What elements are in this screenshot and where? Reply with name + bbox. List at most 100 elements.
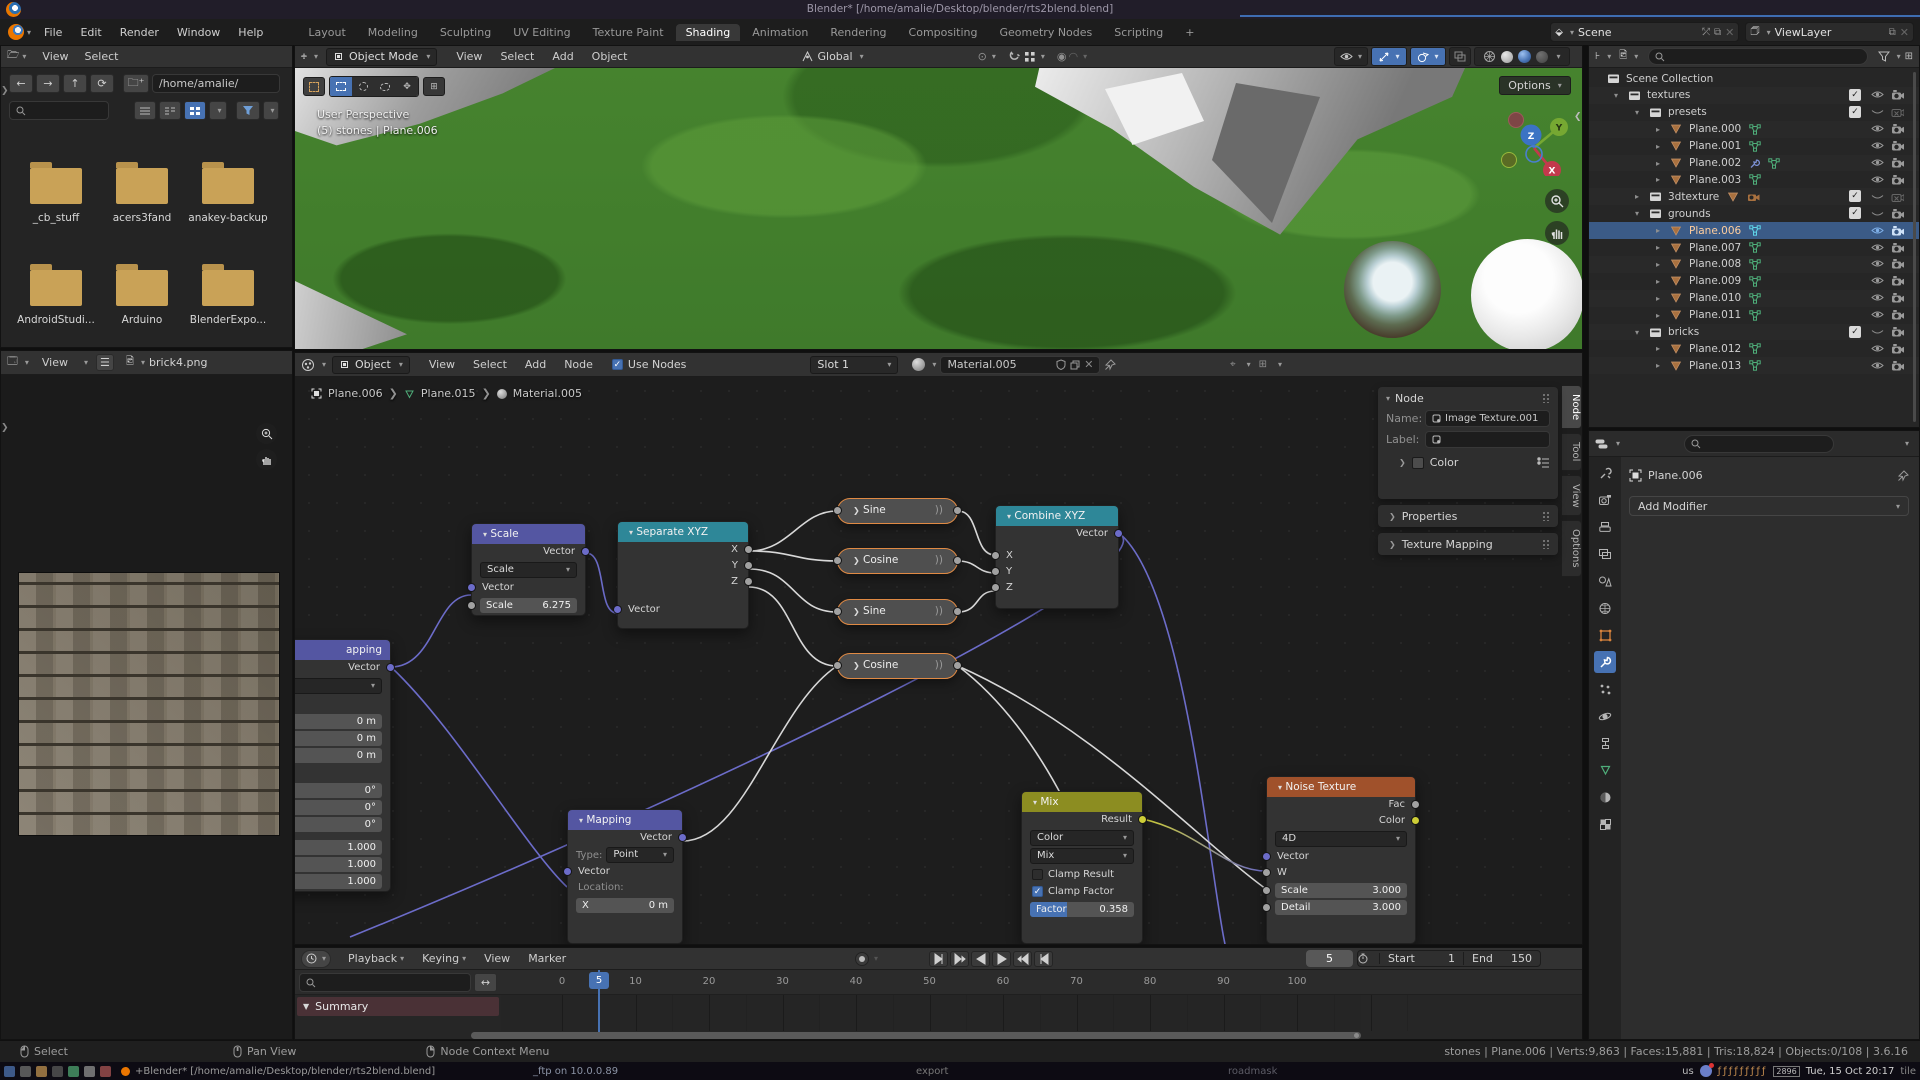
node-separate-xyz[interactable]: ▾ Separate XYZ X Y Z Vector [617, 521, 749, 629]
camera-toggle-icon[interactable] [1889, 358, 1905, 372]
properties-search-input[interactable] [1684, 435, 1834, 453]
eye-toggle-icon[interactable] [1869, 223, 1885, 237]
camera-toggle-icon[interactable] [1889, 223, 1905, 237]
shader-menu-select[interactable]: Select [464, 358, 516, 371]
rendered-shading-icon[interactable] [1536, 51, 1548, 63]
camera-toggle-icon[interactable] [1889, 240, 1905, 254]
expand-toggle-icon[interactable]: ▸ [1656, 260, 1670, 269]
value-field[interactable]: 0° [295, 817, 382, 832]
material-name-field[interactable]: Material.005 ✕ [940, 356, 1100, 374]
options-button[interactable]: Options▾ [1499, 76, 1571, 95]
viewport-zoom-button[interactable] [1545, 189, 1569, 213]
properties-options-dropdown[interactable]: ▾ [1905, 439, 1909, 448]
clamp-result-checkbox[interactable]: Clamp Result [1022, 866, 1142, 883]
outliner-row[interactable]: ▸Plane.012 [1589, 340, 1919, 357]
camerax-toggle-icon[interactable] [1889, 189, 1905, 203]
move-tool-button[interactable]: ✥ [396, 77, 418, 96]
node-math-cosine[interactable]: ❯ Cosine)) [837, 653, 958, 679]
expand-toggle-icon[interactable]: ▸ [1656, 175, 1670, 184]
copy-icon[interactable] [1070, 360, 1080, 370]
node-mapping[interactable]: ▾ Mapping Vector Type: Point▾ Vector Loc… [567, 809, 683, 944]
editor-type-icon[interactable]: 🗁 [7, 48, 19, 65]
play-button[interactable] [992, 951, 1011, 967]
image-view-menu[interactable]: View [33, 356, 77, 369]
outliner-row[interactable]: ▸Plane.006 [1589, 222, 1919, 239]
file-search-input[interactable] [9, 101, 109, 120]
material-preview-shading-icon[interactable] [1518, 50, 1531, 63]
eye-toggle-icon[interactable] [1869, 139, 1885, 153]
eye-toggle-icon[interactable] [1869, 156, 1885, 170]
taskbar-clock[interactable]: Tue, 15 Oct 20:17 [1806, 1066, 1895, 1077]
timeline-menu-keying[interactable]: Keying▾ [413, 952, 475, 965]
viewport-menu-view[interactable]: View [447, 50, 491, 63]
mode-dropdown[interactable]: Object Mode▾ [326, 48, 437, 66]
view-list-button[interactable] [134, 101, 156, 120]
properties-tab-material[interactable] [1594, 786, 1616, 808]
camera-toggle-icon[interactable] [1889, 274, 1905, 288]
camera-toggle-icon[interactable] [1889, 308, 1905, 322]
menu-window[interactable]: Window [168, 26, 229, 39]
end-frame-field[interactable]: End150 [1464, 952, 1540, 965]
unlink-icon[interactable]: ✕ [1084, 358, 1093, 371]
camera-toggle-icon[interactable] [1889, 122, 1905, 136]
outliner-row[interactable]: ▸Plane.009 [1589, 273, 1919, 290]
copy-icon[interactable]: ⧉ [1889, 27, 1896, 38]
eye-toggle-icon[interactable] [1869, 122, 1885, 136]
folder-item[interactable]: AndroidStudi... [15, 262, 97, 326]
check-toggle-icon[interactable]: ✓ [1847, 325, 1863, 339]
node-mix[interactable]: ▾ Mix Result Color▾ Mix▾ Clamp Result ✓C… [1021, 791, 1143, 944]
eye-toggle-icon[interactable] [1869, 172, 1885, 186]
properties-tab-render[interactable] [1594, 489, 1616, 511]
noise-scale-field[interactable]: Scale3.000 [1275, 883, 1407, 898]
scale-value-field[interactable]: Scale6.275 [480, 598, 577, 613]
eye-toggle-icon[interactable] [1869, 308, 1885, 322]
camera-toggle-icon[interactable] [1889, 257, 1905, 271]
menu-icon[interactable]: ☰ [96, 354, 114, 371]
folder-item[interactable]: anakey-backup [187, 160, 269, 224]
snap-target-icon[interactable] [1024, 51, 1036, 63]
check-toggle-icon[interactable]: ✓ [1847, 206, 1863, 220]
value-field[interactable]: 1.000 [295, 874, 382, 889]
camera-toggle-icon[interactable] [1889, 325, 1905, 339]
eyeclosed-toggle-icon[interactable] [1869, 105, 1885, 119]
jump-to-end-button[interactable] [1034, 951, 1053, 967]
viewport-menu-select[interactable]: Select [491, 50, 543, 63]
pin-icon[interactable] [1104, 359, 1116, 371]
noise-detail-field[interactable]: Detail3.000 [1275, 900, 1407, 915]
clamp-factor-checkbox[interactable]: ✓Clamp Factor [1022, 883, 1142, 900]
viewport-menu-object[interactable]: Object [583, 50, 637, 63]
tab-geometry-nodes[interactable]: Geometry Nodes [989, 24, 1102, 41]
keyframe-area[interactable] [501, 995, 1361, 1031]
wireframe-shading-icon[interactable] [1483, 50, 1496, 63]
pin-icon[interactable]: ⤱ [1702, 27, 1710, 38]
snap-magnet-icon[interactable] [1008, 50, 1022, 63]
new-folder-button[interactable]: 🗀⁺ [123, 74, 149, 93]
expand-toggle-icon[interactable]: ▸ [1656, 142, 1670, 151]
taskbar-export-item[interactable]: export [916, 1066, 948, 1077]
overlays-toggle-button[interactable]: ▾ [1410, 47, 1446, 66]
expand-toggle-icon[interactable]: ▸ [1656, 344, 1670, 353]
outliner-row[interactable]: ▸Plane.008 [1589, 256, 1919, 273]
tab-sculpting[interactable]: Sculpting [430, 24, 501, 41]
outliner-row[interactable]: ▸3dtexture✓ [1589, 188, 1919, 205]
summary-channel[interactable]: ▼Summary [297, 997, 499, 1016]
add-modifier-button[interactable]: Add Modifier ▾ [1629, 496, 1909, 516]
viewport-canvas[interactable]: User Perspective (5) stones | Plane.006 … [295, 68, 1582, 349]
tab-texture-paint[interactable]: Texture Paint [583, 24, 674, 41]
expand-toggle-icon[interactable]: ▾ [1614, 91, 1628, 100]
check-toggle-icon[interactable]: ✓ [1847, 88, 1863, 102]
menu-edit[interactable]: Edit [71, 26, 110, 39]
camera-toggle-icon[interactable] [1889, 172, 1905, 186]
camera-toggle-icon[interactable] [1889, 156, 1905, 170]
tab-scripting[interactable]: Scripting [1104, 24, 1173, 41]
value-field[interactable]: X0 m [576, 898, 674, 913]
properties-tab-particles[interactable] [1594, 678, 1616, 700]
panel-title[interactable]: Node [1395, 392, 1424, 405]
properties-tab-tool[interactable] [1594, 462, 1616, 484]
node-noise-texture[interactable]: ▾ Noise Texture Fac Color 4D▾ Vector W S… [1266, 776, 1416, 944]
value-field[interactable]: 0 m [295, 731, 382, 746]
expand-toggle-icon[interactable]: ▸ [1656, 294, 1670, 303]
filter-button[interactable] [236, 101, 260, 120]
timeline-scrollbar[interactable] [471, 1032, 1361, 1039]
filter-funnel-icon[interactable] [1878, 51, 1890, 62]
